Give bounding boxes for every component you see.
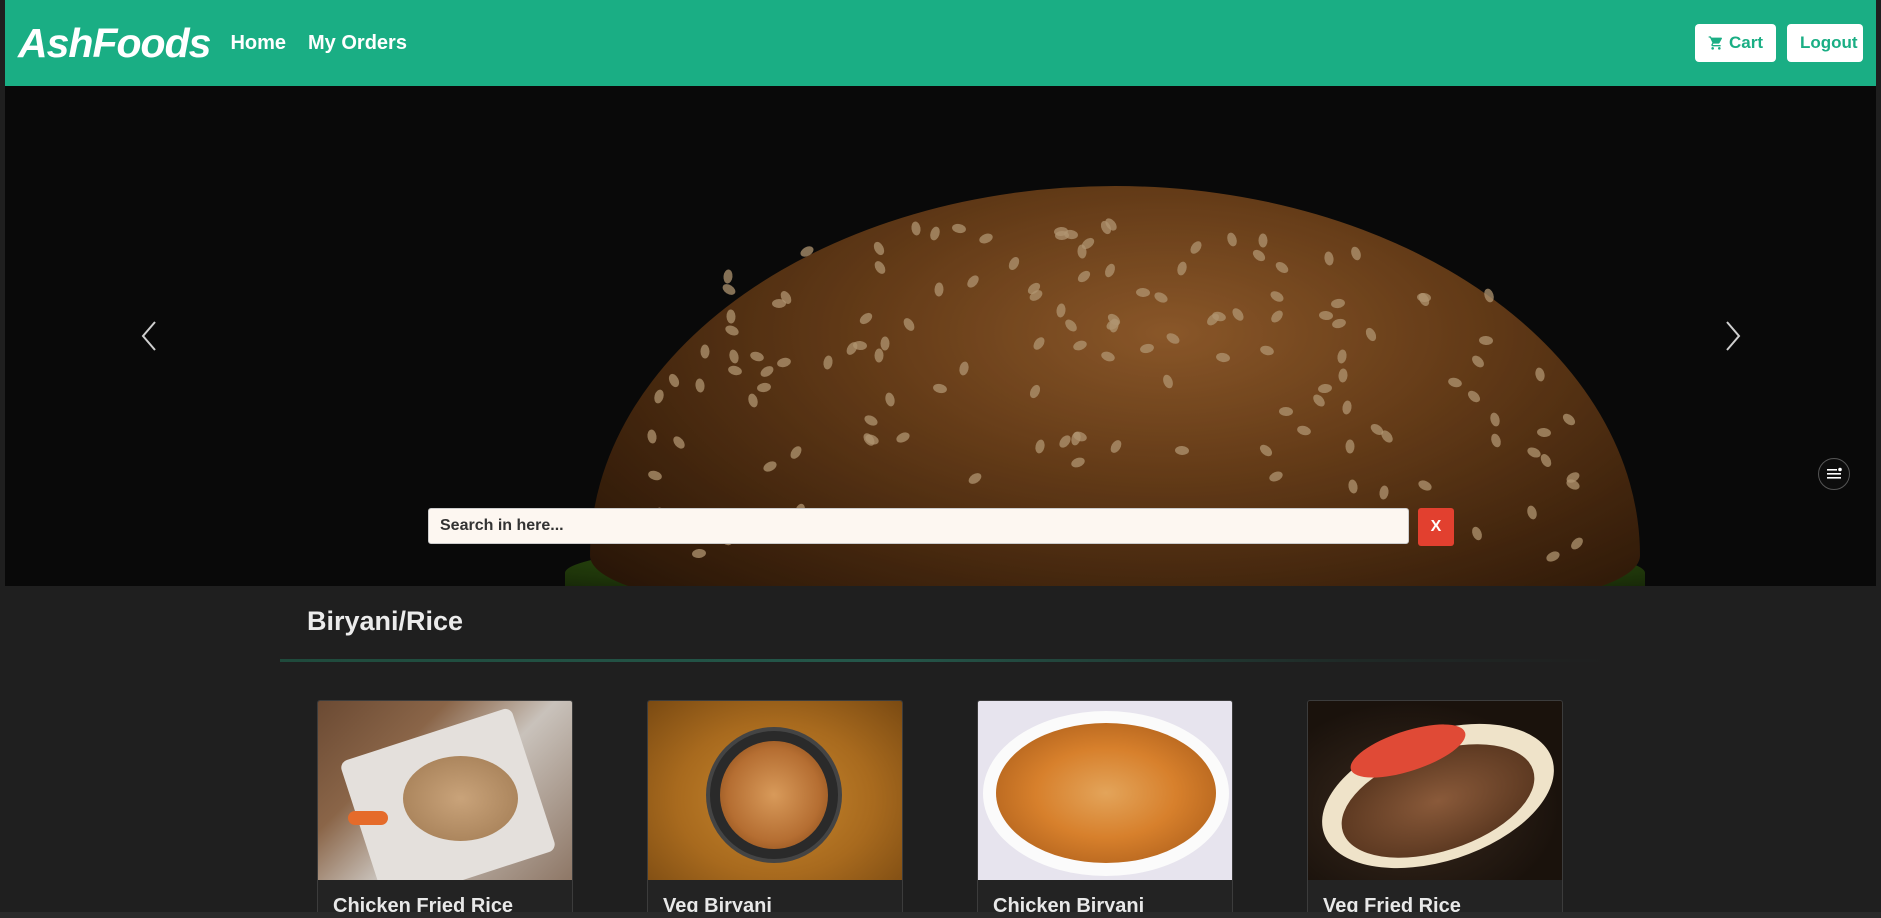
brand-logo[interactable]: AshFoods bbox=[18, 20, 211, 67]
search-bar: X bbox=[428, 508, 1454, 546]
hero-carousel: X bbox=[5, 86, 1876, 586]
chevron-left-icon[interactable] bbox=[137, 316, 161, 356]
app-frame: AshFoods Home My Orders Cart Logout Sear… bbox=[5, 0, 1876, 912]
category-divider bbox=[280, 659, 1608, 662]
food-image bbox=[648, 701, 902, 880]
window-bottom-strip bbox=[0, 912, 1881, 918]
food-name: Chicken Biryani bbox=[993, 895, 1145, 912]
food-image bbox=[318, 701, 572, 880]
menu-fab-button[interactable] bbox=[1818, 458, 1850, 490]
menu-icon bbox=[1827, 467, 1842, 479]
food-name: Veg Fried Rice bbox=[1323, 895, 1461, 912]
clear-search-button[interactable]: X bbox=[1418, 508, 1454, 546]
food-card-chicken-fried-rice[interactable]: Chicken Fried Rice bbox=[317, 700, 573, 912]
food-name: Veg Biryani bbox=[663, 895, 772, 912]
cart-button[interactable]: Cart bbox=[1695, 24, 1776, 62]
cart-icon bbox=[1708, 36, 1722, 50]
food-image bbox=[978, 701, 1232, 880]
food-card-veg-biryani[interactable]: Veg Biryani bbox=[647, 700, 903, 912]
chevron-right-icon[interactable] bbox=[1721, 316, 1745, 356]
category-title: Biryani/Rice bbox=[307, 606, 464, 636]
food-card-chicken-biryani[interactable]: Chicken Biryani bbox=[977, 700, 1233, 912]
food-name: Chicken Fried Rice bbox=[333, 895, 514, 912]
food-image bbox=[1308, 701, 1562, 880]
food-card-veg-fried-rice[interactable]: Veg Fried Rice bbox=[1307, 700, 1563, 912]
navbar-actions: Cart Logout bbox=[1695, 24, 1863, 62]
logout-button[interactable]: Logout bbox=[1787, 24, 1863, 62]
nav-link-my-orders[interactable]: My Orders bbox=[308, 32, 407, 55]
cart-label: Cart bbox=[1728, 33, 1763, 52]
navbar: AshFoods Home My Orders Cart Logout bbox=[5, 0, 1876, 86]
nav-link-home[interactable]: Home bbox=[230, 32, 286, 55]
search-input[interactable] bbox=[428, 508, 1409, 544]
